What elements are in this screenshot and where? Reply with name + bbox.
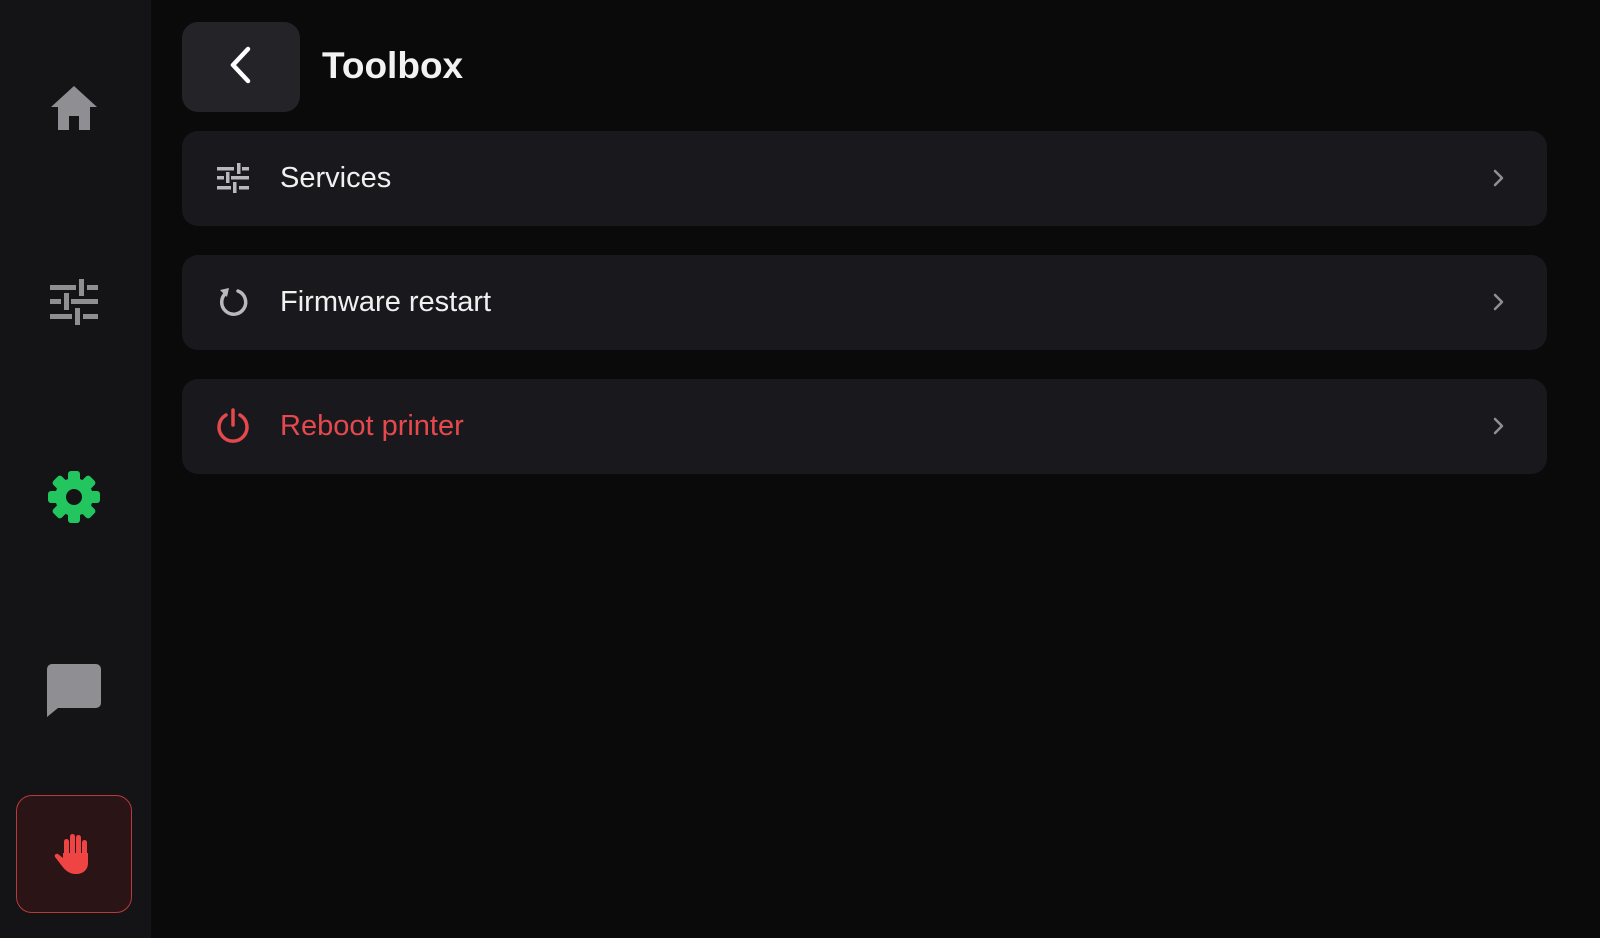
menu-item-label: Services xyxy=(280,162,392,194)
power-icon xyxy=(215,408,251,444)
page-title: Toolbox xyxy=(322,45,464,86)
menu-item-label: Firmware restart xyxy=(280,286,492,318)
chevron-right-icon xyxy=(1489,416,1509,436)
chat-bubble-icon xyxy=(46,663,102,717)
restart-icon xyxy=(215,284,251,320)
menu-item-firmware-restart[interactable]: Firmware restart xyxy=(182,255,1547,350)
menu-item-label: Reboot printer xyxy=(280,410,464,442)
home-icon xyxy=(49,84,99,132)
back-button[interactable] xyxy=(182,22,300,112)
sidebar xyxy=(0,0,151,938)
sidebar-item-home[interactable] xyxy=(15,49,133,167)
sidebar-item-settings[interactable] xyxy=(15,438,133,556)
sliders-icon xyxy=(49,278,99,326)
chevron-right-icon xyxy=(1489,168,1509,188)
main-content: Toolbox Services Firmware restart Reboot… xyxy=(151,0,1600,938)
gear-icon xyxy=(47,470,101,524)
sidebar-item-controls[interactable] xyxy=(15,243,133,361)
chevron-left-icon xyxy=(227,45,255,90)
hand-stop-icon xyxy=(54,833,94,875)
menu-item-services[interactable]: Services xyxy=(182,131,1547,226)
menu-item-reboot-printer[interactable]: Reboot printer xyxy=(182,379,1547,474)
app-root: Toolbox Services Firmware restart Reboot… xyxy=(0,0,1600,938)
emergency-stop-button[interactable] xyxy=(16,795,132,913)
chevron-right-icon xyxy=(1489,292,1509,312)
sliders-icon xyxy=(215,160,251,196)
sidebar-item-console[interactable] xyxy=(15,631,133,749)
